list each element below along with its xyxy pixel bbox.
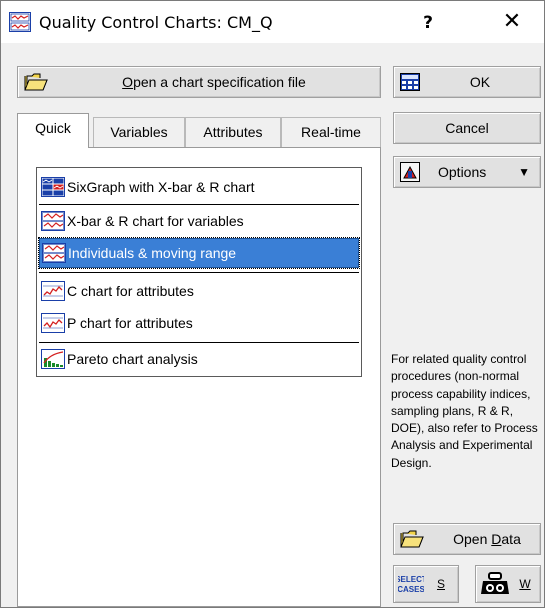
title-bar: Quality Control Charts: CM_Q ? ✕: [1, 1, 544, 43]
xbar-r-chart-icon: [41, 211, 65, 231]
window-title: Quality Control Charts: CM_Q: [39, 13, 273, 32]
help-button[interactable]: ?: [413, 9, 443, 37]
options-icon: [400, 162, 420, 182]
accel-w: W: [519, 577, 531, 591]
open-data-label: Open Data: [424, 531, 540, 547]
chevron-down-icon: ▼: [518, 165, 530, 179]
list-item-p-chart[interactable]: P chart for attributes: [39, 308, 359, 338]
list-item-sixgraph[interactable]: SixGraph with X-bar & R chart: [39, 172, 359, 202]
ok-calculator-icon: [400, 73, 420, 91]
list-item-label: X-bar & R chart for variables: [67, 213, 244, 229]
list-separator: [39, 342, 359, 343]
open-data-prefix: Open: [453, 531, 492, 547]
chart-type-list: SixGraph with X-bar & R chart X-bar & R …: [36, 167, 362, 377]
open-data-rest: ata: [501, 531, 521, 547]
select-cases-accel: S: [424, 577, 458, 591]
select-cases-icon: SELECT CASES: [398, 571, 424, 597]
quality-control-charts-dialog: Quality Control Charts: CM_Q ? ✕ Open a …: [0, 0, 545, 608]
cancel-label: Cancel: [445, 120, 489, 136]
tab-variables[interactable]: Variables: [93, 117, 185, 147]
sixgraph-icon: [41, 177, 65, 197]
tab-real-time[interactable]: Real-time: [281, 117, 381, 147]
tab-strip: Quick Variables Attributes Real-time: [17, 113, 381, 148]
list-separator: [39, 204, 359, 205]
list-item-label: Pareto chart analysis: [67, 351, 198, 367]
tab-attributes[interactable]: Attributes: [185, 117, 281, 147]
select-cases-icon-bottom: CASES: [398, 585, 424, 594]
list-item-pareto[interactable]: Pareto chart analysis: [39, 344, 359, 374]
open-data-button[interactable]: Open Data: [393, 523, 541, 555]
list-item-label: SixGraph with X-bar & R chart: [67, 179, 255, 195]
open-chart-spec-button[interactable]: Open a chart specification file: [17, 66, 381, 98]
weight-icon: [481, 572, 509, 594]
open-chart-spec-label: Open a chart specification file: [48, 74, 380, 90]
control-chart-icon: [9, 12, 31, 32]
options-button[interactable]: Options ▼: [393, 156, 541, 188]
open-folder-icon: [400, 530, 424, 548]
list-item-xbar-r[interactable]: X-bar & R chart for variables: [39, 206, 359, 236]
pareto-chart-icon: [41, 349, 65, 369]
weight-button[interactable]: W: [475, 565, 541, 603]
list-item-c-chart[interactable]: C chart for attributes: [39, 276, 359, 306]
tab-quick[interactable]: Quick: [17, 113, 89, 148]
p-chart-icon: [41, 313, 65, 333]
ok-button[interactable]: OK: [393, 66, 541, 98]
individuals-chart-icon: [42, 243, 66, 263]
accel-d: D: [491, 531, 502, 547]
list-item-label: Individuals & moving range: [68, 245, 237, 261]
options-label: Options: [438, 164, 487, 180]
related-procedures-note: For related quality control procedures (…: [391, 352, 538, 470]
list-item-individuals-moving-range[interactable]: Individuals & moving range: [38, 237, 360, 269]
accel-s: S: [436, 577, 445, 591]
weight-accel: W: [510, 577, 540, 591]
open-spec-rest: pen a chart specification file: [133, 74, 306, 90]
list-separator: [39, 272, 359, 273]
select-cases-button[interactable]: SELECT CASES S: [393, 565, 459, 603]
cancel-button[interactable]: Cancel: [393, 112, 541, 144]
list-item-label: C chart for attributes: [67, 283, 194, 299]
accel-o: O: [122, 74, 134, 90]
open-folder-icon: [24, 73, 48, 91]
ok-label: OK: [469, 74, 491, 90]
list-item-label: P chart for attributes: [67, 315, 193, 331]
select-cases-icon-top: SELECT: [398, 575, 424, 584]
close-button[interactable]: ✕: [496, 7, 528, 37]
c-chart-icon: [41, 281, 65, 301]
